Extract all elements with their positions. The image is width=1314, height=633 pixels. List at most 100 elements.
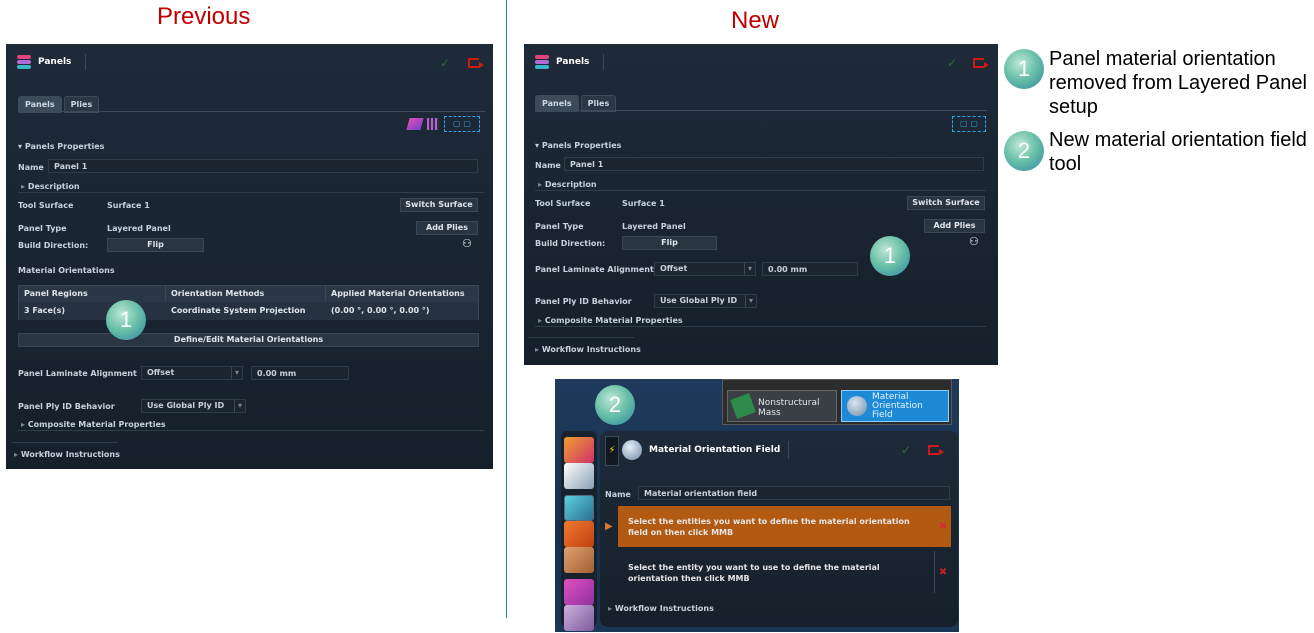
- legend-text-1: Panel material orientation removed from …: [1049, 48, 1307, 118]
- box-select-icon[interactable]: [564, 605, 594, 631]
- switch-surface-button[interactable]: Switch Surface: [400, 198, 478, 212]
- callout-badge-1-new: 1: [870, 236, 910, 276]
- magnifier-icon: [622, 440, 642, 460]
- ply-stack-icon[interactable]: [427, 118, 439, 130]
- ply-shapes-icon[interactable]: [564, 579, 594, 605]
- add-plies-button[interactable]: Add Plies: [416, 221, 478, 235]
- ribbon: Nonstructural Mass Material Orientation …: [722, 379, 952, 425]
- composite-properties-toggle[interactable]: Composite Material Properties: [538, 316, 683, 325]
- panel-title-bar: Panels: [16, 52, 87, 72]
- table-header-orientation-methods: Orientation Methods: [166, 286, 326, 302]
- table-cell-method[interactable]: Coordinate System Projection: [166, 302, 326, 320]
- left-toolbar: [561, 431, 597, 631]
- orientation-table: Panel Regions Orientation Methods Applie…: [18, 285, 479, 320]
- previous-panels-dialog: Panels ✓ Panels Plies ▢ ▢ Panels Propert…: [6, 44, 493, 469]
- dotted-select-icon[interactable]: ▢ ▢: [444, 116, 480, 132]
- laminate-alignment-value: Offset: [660, 264, 688, 273]
- panels-tool-icon[interactable]: [564, 437, 594, 463]
- ply-id-dropdown[interactable]: Use Global Ply ID ▾: [654, 294, 757, 308]
- eye-tool-icon[interactable]: [564, 463, 594, 489]
- previous-heading: Previous: [157, 3, 251, 30]
- divider-line: [506, 0, 507, 618]
- panel-select-icon[interactable]: [406, 118, 424, 130]
- table-header-panel-regions: Panel Regions: [19, 286, 166, 302]
- flip-button[interactable]: Flip: [622, 236, 717, 250]
- laminate-alignment-dropdown[interactable]: Offset ▾: [141, 366, 243, 380]
- workflow-instructions-toggle[interactable]: Workflow Instructions: [14, 450, 120, 459]
- step-divider: [934, 551, 935, 593]
- panel-type-label: Panel Type: [18, 224, 67, 233]
- name-field[interactable]: Material orientation field: [638, 486, 950, 500]
- material-orientation-field-tool[interactable]: Material Orientation Field: [841, 390, 949, 422]
- description-toggle[interactable]: Description: [538, 180, 597, 189]
- exit-icon[interactable]: [973, 58, 989, 68]
- name-label: Name: [18, 163, 44, 172]
- exit-icon[interactable]: [928, 445, 944, 455]
- step-2-clear-icon[interactable]: ✖: [935, 552, 951, 593]
- confirm-check-icon[interactable]: ✓: [901, 443, 911, 457]
- name-label: Name: [605, 490, 631, 499]
- build-direction-label: Build Direction:: [18, 241, 89, 250]
- nonstructural-mass-tool[interactable]: Nonstructural Mass: [727, 390, 837, 422]
- step-2-instruction[interactable]: Select the entity you want to use to def…: [618, 552, 935, 593]
- workflow-instructions-toggle[interactable]: Workflow Instructions: [608, 604, 714, 613]
- table-cell-applied[interactable]: (0.00 °, 0.00 °, 0.00 °): [326, 302, 478, 320]
- build-direction-label: Build Direction:: [535, 239, 606, 248]
- solid-cube-icon[interactable]: [564, 547, 594, 573]
- new-heading: New: [731, 7, 780, 34]
- step-1-clear-icon[interactable]: ✖: [935, 506, 951, 547]
- step-1-instruction[interactable]: Select the entities you want to define t…: [618, 506, 935, 547]
- laminate-alignment-label: Panel Laminate Alignment: [18, 369, 137, 378]
- offset-field[interactable]: 0.00 mm: [251, 366, 349, 380]
- material-orientation-field-label: Material Orientation Field: [872, 392, 923, 420]
- magnifier-icon: [847, 396, 867, 416]
- visibility-eye-icon[interactable]: ⚇: [969, 235, 979, 248]
- switch-surface-button[interactable]: Switch Surface: [907, 196, 985, 210]
- panels-cube-icon: [534, 54, 550, 70]
- confirm-check-icon[interactable]: ✓: [947, 56, 957, 70]
- add-plies-button[interactable]: Add Plies: [924, 219, 985, 233]
- flip-button[interactable]: Flip: [107, 238, 204, 252]
- laminate-alignment-value: Offset: [147, 368, 175, 377]
- visibility-eye-icon[interactable]: ⚇: [462, 237, 472, 250]
- lightning-icon[interactable]: ⚡: [605, 436, 619, 466]
- ply-id-value: Use Global Ply ID: [660, 296, 738, 305]
- description-line: [18, 192, 484, 193]
- name-field[interactable]: Panel 1: [48, 159, 478, 173]
- confirm-check-icon[interactable]: ✓: [440, 56, 450, 70]
- laminate-alignment-dropdown[interactable]: Offset ▾: [654, 262, 756, 276]
- tab-underline: [535, 110, 987, 111]
- tool-surface-value: Surface 1: [622, 199, 665, 208]
- panel-title: Panels: [556, 57, 590, 67]
- panel-type-value: Layered Panel: [107, 224, 171, 233]
- description-toggle[interactable]: Description: [21, 182, 80, 191]
- tool-surface-label: Tool Surface: [535, 199, 591, 208]
- title-separator: [788, 441, 789, 459]
- legend-badge-1: 1: [1004, 49, 1044, 89]
- workflow-instructions-toggle[interactable]: Workflow Instructions: [535, 345, 641, 354]
- title-separator: [85, 54, 87, 70]
- composite-line: [535, 326, 986, 327]
- ply-id-value: Use Global Ply ID: [147, 401, 225, 410]
- patches-tool-icon[interactable]: [564, 521, 594, 547]
- panel-type-label: Panel Type: [535, 222, 584, 231]
- legend-text-2: New material orientation field tool: [1049, 129, 1307, 175]
- offset-field[interactable]: 0.00 mm: [762, 262, 858, 276]
- exit-icon[interactable]: [468, 58, 484, 68]
- surface-tool-icon[interactable]: [564, 495, 594, 521]
- name-field[interactable]: Panel 1: [564, 157, 984, 171]
- define-edit-orientations-button[interactable]: Define/Edit Material Orientations: [18, 333, 479, 347]
- dialog-title: Material Orientation Field: [649, 445, 781, 455]
- ply-id-dropdown[interactable]: Use Global Ply ID ▾: [141, 399, 246, 413]
- title-separator: [603, 54, 605, 70]
- panels-properties-section[interactable]: Panels Properties: [535, 141, 622, 150]
- panels-cube-icon: [16, 54, 32, 70]
- material-orientations-label: Material Orientations: [18, 266, 115, 275]
- chevron-down-icon: ▾: [744, 295, 753, 307]
- tool-surface-value: Surface 1: [107, 201, 150, 210]
- composite-properties-toggle[interactable]: Composite Material Properties: [21, 420, 166, 429]
- composite-line: [18, 430, 484, 431]
- panels-properties-section[interactable]: Panels Properties: [18, 142, 105, 151]
- dotted-select-icon[interactable]: ▢ ▢: [952, 116, 986, 132]
- tool-screenshot: Nonstructural Mass Material Orientation …: [555, 379, 959, 632]
